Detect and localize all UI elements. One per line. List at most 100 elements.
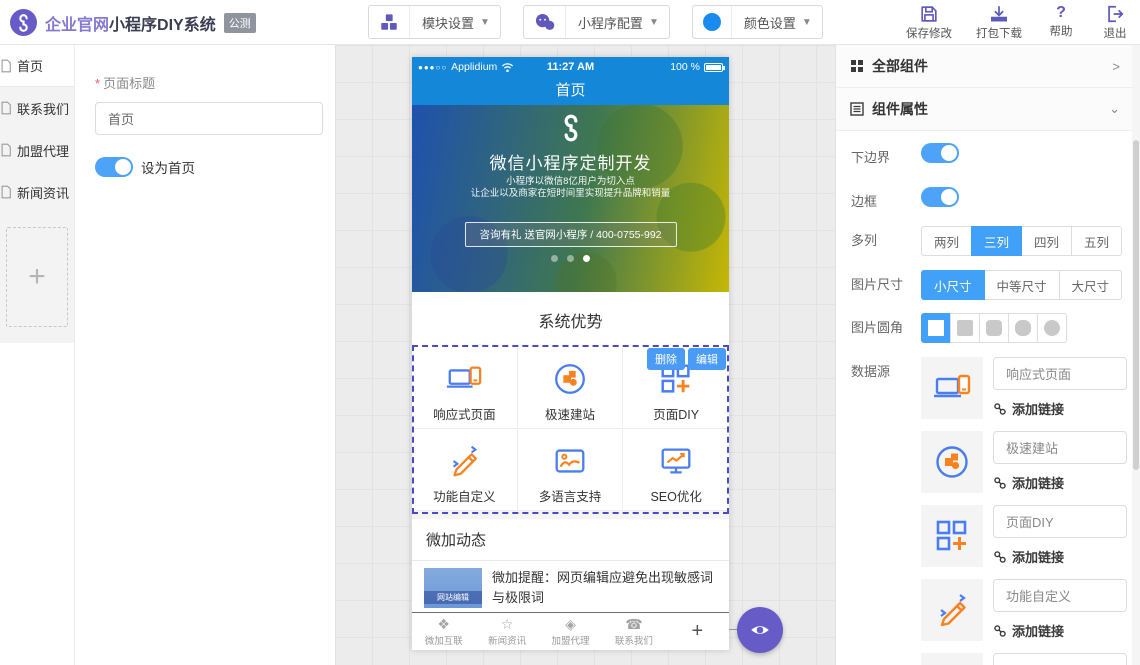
help-button[interactable]: ? 帮助 xyxy=(1042,4,1080,41)
datasource-item: 添加链接 xyxy=(921,505,1127,567)
save-button[interactable]: 保存修改 xyxy=(902,4,956,41)
carousel-dot[interactable] xyxy=(551,255,558,262)
datasource-icon xyxy=(921,653,983,665)
sidebar-item-news[interactable]: 新闻资讯 xyxy=(0,171,74,213)
section-gap xyxy=(412,511,729,519)
add-page-button[interactable]: + xyxy=(6,227,68,327)
datasource-name-input[interactable] xyxy=(993,431,1127,464)
columns-option-4[interactable]: 四列 xyxy=(1021,226,1072,256)
delete-component-button[interactable]: 删除 xyxy=(647,348,685,370)
fast-build-icon xyxy=(921,431,983,493)
eye-icon xyxy=(749,619,771,641)
edit-component-button[interactable]: 编辑 xyxy=(688,348,726,370)
datasource-name-input[interactable] xyxy=(993,505,1127,538)
set-home-toggle[interactable] xyxy=(95,157,133,177)
radius-option-circle[interactable] xyxy=(1037,313,1067,343)
bottom-border-toggle[interactable] xyxy=(921,143,959,163)
phone-page-title: 首页 xyxy=(555,79,585,100)
page-title-input[interactable] xyxy=(95,102,323,135)
datasource-name-input[interactable] xyxy=(993,579,1127,612)
tab-weijia[interactable]: ❖ 微加互联 xyxy=(412,613,475,650)
tab-contact[interactable]: ☎ 联系我们 xyxy=(602,613,665,650)
columns-option-2[interactable]: 两列 xyxy=(921,226,972,256)
size-small-selected[interactable]: 小尺寸 xyxy=(921,270,985,300)
chevron-down-icon: ⌄ xyxy=(1109,101,1120,117)
tags-icon: ◈ xyxy=(565,617,576,632)
required-asterisk: * xyxy=(95,76,100,91)
design-canvas: ●●●○○ Applidium 11:27 AM 100 % 首页 微信小程序定… xyxy=(335,45,835,665)
sidebar-item-home[interactable]: 首页 xyxy=(0,45,74,87)
feature-cell[interactable]: SEO优化 xyxy=(623,430,729,511)
news-list-item[interactable]: 网站编辑 微加提醒：网页编辑应避免出现敏感词与极限词 xyxy=(412,561,729,612)
phone-nav-bar: 首页 xyxy=(412,77,729,105)
header-actions: 保存修改 打包下载 ? 帮助 退出 xyxy=(902,4,1134,41)
tab-news[interactable]: ☆ 新闻资讯 xyxy=(475,613,538,650)
set-home-row: 设为首页 xyxy=(95,157,335,177)
scrollbar-thumb[interactable] xyxy=(1133,140,1139,470)
properties-panel: 全部组件 > 组件属性 ⌄ 下边界 边框 多列 两列 三列 四列 五列 图片 xyxy=(835,45,1140,665)
save-icon xyxy=(919,4,939,24)
columns-option-5[interactable]: 五列 xyxy=(1071,226,1122,256)
tab-agency[interactable]: ◈ 加盟代理 xyxy=(539,613,602,650)
page-icon xyxy=(0,101,13,115)
page-settings-panel: *页面标题 设为首页 xyxy=(75,45,335,665)
cubes-icon xyxy=(369,6,410,38)
panel-scrollbar[interactable] xyxy=(1132,45,1140,665)
feature-cell[interactable]: 响应式页面 xyxy=(412,348,518,429)
download-package-button[interactable]: 打包下载 xyxy=(972,4,1026,41)
add-link-button[interactable]: 添加链接 xyxy=(993,547,1127,566)
datasource-item xyxy=(921,653,1127,665)
miniprogram-logo-icon xyxy=(412,113,729,148)
feature-cell[interactable]: 多语言支持 xyxy=(518,430,624,511)
radius-option-none-selected[interactable] xyxy=(921,313,951,343)
datasource-list: 添加链接 添加链接 xyxy=(921,357,1127,665)
features-grid-component[interactable]: 响应式页面 极速建站 页面DIY 功能自定义 多语言支持 xyxy=(412,348,729,511)
link-icon xyxy=(993,624,1007,638)
feature-cell[interactable]: 功能自定义 xyxy=(412,430,518,511)
custom-function-icon xyxy=(445,442,483,480)
datasource-name-input[interactable] xyxy=(993,653,1127,665)
datasource-name-input[interactable] xyxy=(993,357,1127,390)
carousel-dot[interactable] xyxy=(567,255,574,262)
phone-icon: ☎ xyxy=(625,617,642,632)
datasource-item: 添加链接 xyxy=(921,579,1127,641)
header-menus: 模块设置 ▼ 小程序配置 ▼ 颜色设置 ▼ xyxy=(368,5,823,39)
bottom-border-row: 下边界 xyxy=(836,143,1140,166)
add-link-button[interactable]: 添加链接 xyxy=(993,399,1127,418)
miniprogram-config-dropdown[interactable]: 小程序配置 ▼ xyxy=(523,5,670,39)
border-toggle[interactable] xyxy=(921,187,959,207)
phone-tab-bar: ❖ 微加互联 ☆ 新闻资讯 ◈ 加盟代理 ☎ 联系我们 + xyxy=(412,612,729,650)
wechat-icon xyxy=(524,6,566,38)
radius-option-1[interactable] xyxy=(950,313,980,343)
component-properties-header[interactable]: 组件属性 ⌄ xyxy=(836,88,1140,131)
download-icon xyxy=(989,4,1009,24)
color-settings-dropdown[interactable]: 颜色设置 ▼ xyxy=(692,5,823,39)
add-link-button[interactable]: 添加链接 xyxy=(993,621,1127,640)
add-tab-button[interactable]: + xyxy=(666,613,729,650)
hero-subtitle-2: 让企业以及商家在短时间里实现提升品牌和销量 xyxy=(412,185,729,199)
columns-option-3-selected[interactable]: 三列 xyxy=(971,226,1022,256)
add-link-button[interactable]: 添加链接 xyxy=(993,473,1127,492)
size-medium[interactable]: 中等尺寸 xyxy=(984,270,1060,300)
news-item-title: 微加提醒：网页编辑应避免出现敏感词与极限词 xyxy=(492,568,717,612)
diamond-logo-icon: ❖ xyxy=(437,617,450,632)
radius-option-3[interactable] xyxy=(1008,313,1038,343)
image-size-segmented: 小尺寸 中等尺寸 大尺寸 xyxy=(921,270,1122,300)
carousel-dot-active[interactable] xyxy=(583,255,590,262)
caret-down-icon: ▼ xyxy=(802,17,822,28)
size-large[interactable]: 大尺寸 xyxy=(1059,270,1123,300)
pages-sidebar: 首页 联系我们 加盟代理 新闻资讯 + xyxy=(0,45,75,665)
module-settings-dropdown[interactable]: 模块设置 ▼ xyxy=(368,5,501,39)
feature-cell[interactable]: 极速建站 xyxy=(518,348,624,429)
hero-banner[interactable]: 微信小程序定制开发 小程序以微信8亿用户为切入点 让企业以及商家在短时间里实现提… xyxy=(412,105,729,292)
all-components-header[interactable]: 全部组件 > xyxy=(836,45,1140,88)
sidebar-item-contact[interactable]: 联系我们 xyxy=(0,87,74,129)
radius-option-2[interactable] xyxy=(979,313,1009,343)
sidebar-item-agency[interactable]: 加盟代理 xyxy=(0,129,74,171)
top-header: 企业官网小程序DIY系统 公测 模块设置 ▼ 小程序配置 ▼ 颜色设置 ▼ xyxy=(0,0,1140,45)
datasource-item: 添加链接 xyxy=(921,357,1127,419)
preview-button[interactable] xyxy=(737,607,783,653)
hero-cta-button[interactable]: 咨询有礼 送官网小程序 / 400-0755-992 xyxy=(464,222,676,247)
question-mark-icon: ? xyxy=(1056,4,1066,22)
exit-button[interactable]: 退出 xyxy=(1096,4,1134,41)
